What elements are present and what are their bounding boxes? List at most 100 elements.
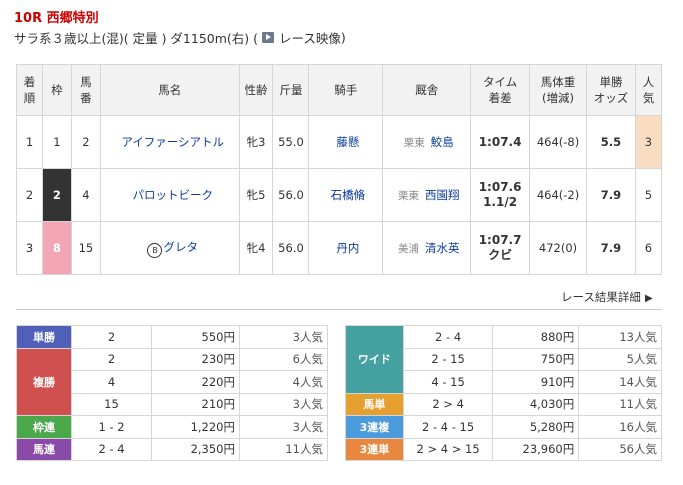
race-number: 10R	[14, 11, 43, 26]
jockey-link[interactable]: 藤懸	[308, 115, 384, 169]
payout-popularity: 5人気	[578, 347, 662, 371]
results-table: 着順 枠 馬番 馬名 性齢 斤量 騎手 厩舎 タイム 着差 馬体重 (増減) 単勝オ…	[16, 64, 663, 275]
horse-name-link[interactable]: アイファーシアトル	[99, 115, 240, 169]
race-name: 西郷特別	[46, 11, 99, 26]
trainer-cell: 栗東 西園翔	[382, 168, 472, 222]
payout-amount: 4,030円	[492, 392, 580, 416]
jockey-link[interactable]: 石橋脩	[308, 168, 384, 222]
waku-cell: 8	[41, 221, 72, 275]
payout-amount: 230円	[151, 347, 240, 371]
trainer-cell: 美浦 清水英	[382, 221, 472, 275]
time-cell: 1:07.4	[470, 115, 531, 169]
trainer-link[interactable]: 清水英	[425, 241, 460, 255]
odds-cell: 5.5	[586, 115, 636, 169]
race-conditions-line: サラ系３歳以上(混)( 定量 ) ダ1150m(右) ( レース映像 )	[14, 28, 346, 47]
race-result-detail-link[interactable]: レース結果詳細 ▶	[561, 289, 653, 305]
sexage-cell: 牝3	[238, 115, 274, 169]
payout-popularity: 6人気	[239, 347, 328, 371]
umaren-label: 馬連	[16, 437, 72, 461]
header-time: タイム 着差	[470, 64, 531, 116]
horse-name-link[interactable]: グレタ	[163, 240, 198, 254]
payout-popularity: 3人気	[239, 392, 328, 416]
body-weight-cell: 472(0)	[529, 221, 588, 275]
payout-number: 2	[71, 325, 152, 349]
header-jockey: 騎手	[308, 64, 384, 116]
horse-name-cell: B グレタ	[99, 221, 240, 275]
payout-row-wakuren: 枠連 1 - 2 1,220円 3人気	[16, 415, 328, 439]
header-rank: 着順	[16, 64, 43, 116]
payout-number: 4	[71, 370, 152, 394]
race-video-link[interactable]: レース映像	[262, 28, 341, 47]
blinker-icon: B	[147, 242, 163, 258]
trainer-link[interactable]: 鮫島	[431, 135, 454, 149]
waku-cell: 2	[41, 168, 72, 222]
header-horse: 馬名	[99, 64, 240, 116]
header-odds: 単勝 オッズ	[586, 64, 636, 116]
payout-popularity: 3人気	[239, 325, 328, 349]
header-waku: 枠	[41, 64, 72, 116]
time-value: 1:07.4	[478, 134, 522, 149]
table-row: 2 2 4 パロットビーク 牝5 56.0 石橋脩 栗東 西園翔 1:07.6 1.…	[16, 168, 663, 222]
margin-value: 1.1/2	[483, 195, 518, 209]
payout-number: 2 - 4	[402, 325, 494, 349]
horse-name-link[interactable]: パロットビーク	[99, 168, 240, 222]
payout-row-wide: ワイド 2 - 4 880円 13人気	[345, 325, 662, 394]
rank-cell: 3	[16, 221, 43, 275]
wakuren-label: 枠連	[16, 415, 72, 439]
fukusho-label: 複勝	[16, 347, 72, 416]
table-row: 1 1 2 アイファーシアトル 牝3 55.0 藤懸 栗東 鮫島 1:07.4 4…	[16, 115, 663, 169]
jockey-link[interactable]: 丹内	[308, 221, 384, 275]
payout-popularity: 11人気	[239, 437, 328, 461]
payout-row-umaren: 馬連 2 - 4 2,350円 11人気	[16, 437, 328, 461]
rank-cell: 1	[16, 115, 43, 169]
header-popularity: 人気	[634, 64, 663, 116]
payout-row-sanrentan: 3連単 2 > 4 > 15 23,960円 56人気	[345, 437, 662, 461]
race-video-close: )	[340, 30, 346, 45]
payout-popularity: 11人気	[578, 392, 662, 416]
payout-amount: 23,960円	[492, 437, 580, 461]
video-play-icon	[262, 32, 275, 43]
umaban-cell: 4	[70, 168, 101, 222]
payout-popularity: 3人気	[239, 415, 328, 439]
payout-amount: 2,350円	[151, 437, 240, 461]
divider	[16, 309, 662, 310]
payout-amount: 910円	[492, 370, 580, 394]
sanrenpuku-label: 3連複	[345, 415, 404, 439]
payout-popularity: 4人気	[239, 370, 328, 394]
payout-amount: 750円	[492, 347, 580, 371]
payout-amount: 220円	[151, 370, 240, 394]
trainer-link[interactable]: 西園翔	[425, 188, 460, 202]
umaban-cell: 2	[70, 115, 101, 169]
chevron-right-icon: ▶	[644, 293, 653, 304]
odds-cell: 7.9	[586, 221, 636, 275]
body-weight-cell: 464(-8)	[529, 115, 588, 169]
race-video-label: レース映像	[279, 31, 341, 46]
race-conditions: サラ系３歳以上(混)( 定量 ) ダ1150m(右) (	[14, 31, 259, 46]
payout-popularity: 56人気	[578, 437, 662, 461]
margin-value: クビ	[488, 248, 513, 262]
weight-cell: 56.0	[272, 221, 310, 275]
payout-popularity: 13人気	[578, 325, 662, 349]
payout-amount: 1,220円	[151, 415, 240, 439]
header-umaban: 馬番	[70, 64, 101, 116]
race-title: 10R 西郷特別	[14, 7, 99, 26]
payout-number: 2	[71, 347, 152, 371]
trainer-cell: 栗東 鮫島	[382, 115, 472, 169]
sexage-cell: 牝5	[238, 168, 274, 222]
popularity-cell: 5	[634, 168, 663, 222]
rank-cell: 2	[16, 168, 43, 222]
payout-number: 1 - 2	[71, 415, 152, 439]
sanrentan-label: 3連単	[345, 437, 404, 461]
race-result-detail-label: レース結果詳細	[561, 290, 641, 304]
umaban-cell: 15	[70, 221, 101, 275]
trainer-region: 栗東	[403, 137, 425, 149]
time-cell: 1:07.7 クビ	[470, 221, 531, 275]
payout-number: 4 - 15	[402, 370, 494, 394]
time-value: 1:07.6	[478, 180, 522, 194]
payout-row-sanrenpuku: 3連複 2 - 4 - 15 5,280円 16人気	[345, 415, 662, 439]
payout-popularity: 14人気	[578, 370, 662, 394]
results-header-row: 着順 枠 馬番 馬名 性齢 斤量 騎手 厩舎 タイム 着差 馬体重 (増減) 単勝オ…	[16, 64, 663, 116]
payout-popularity: 16人気	[578, 415, 662, 439]
trainer-region: 美浦	[397, 243, 419, 255]
payout-number: 2 > 4 > 15	[402, 437, 494, 461]
